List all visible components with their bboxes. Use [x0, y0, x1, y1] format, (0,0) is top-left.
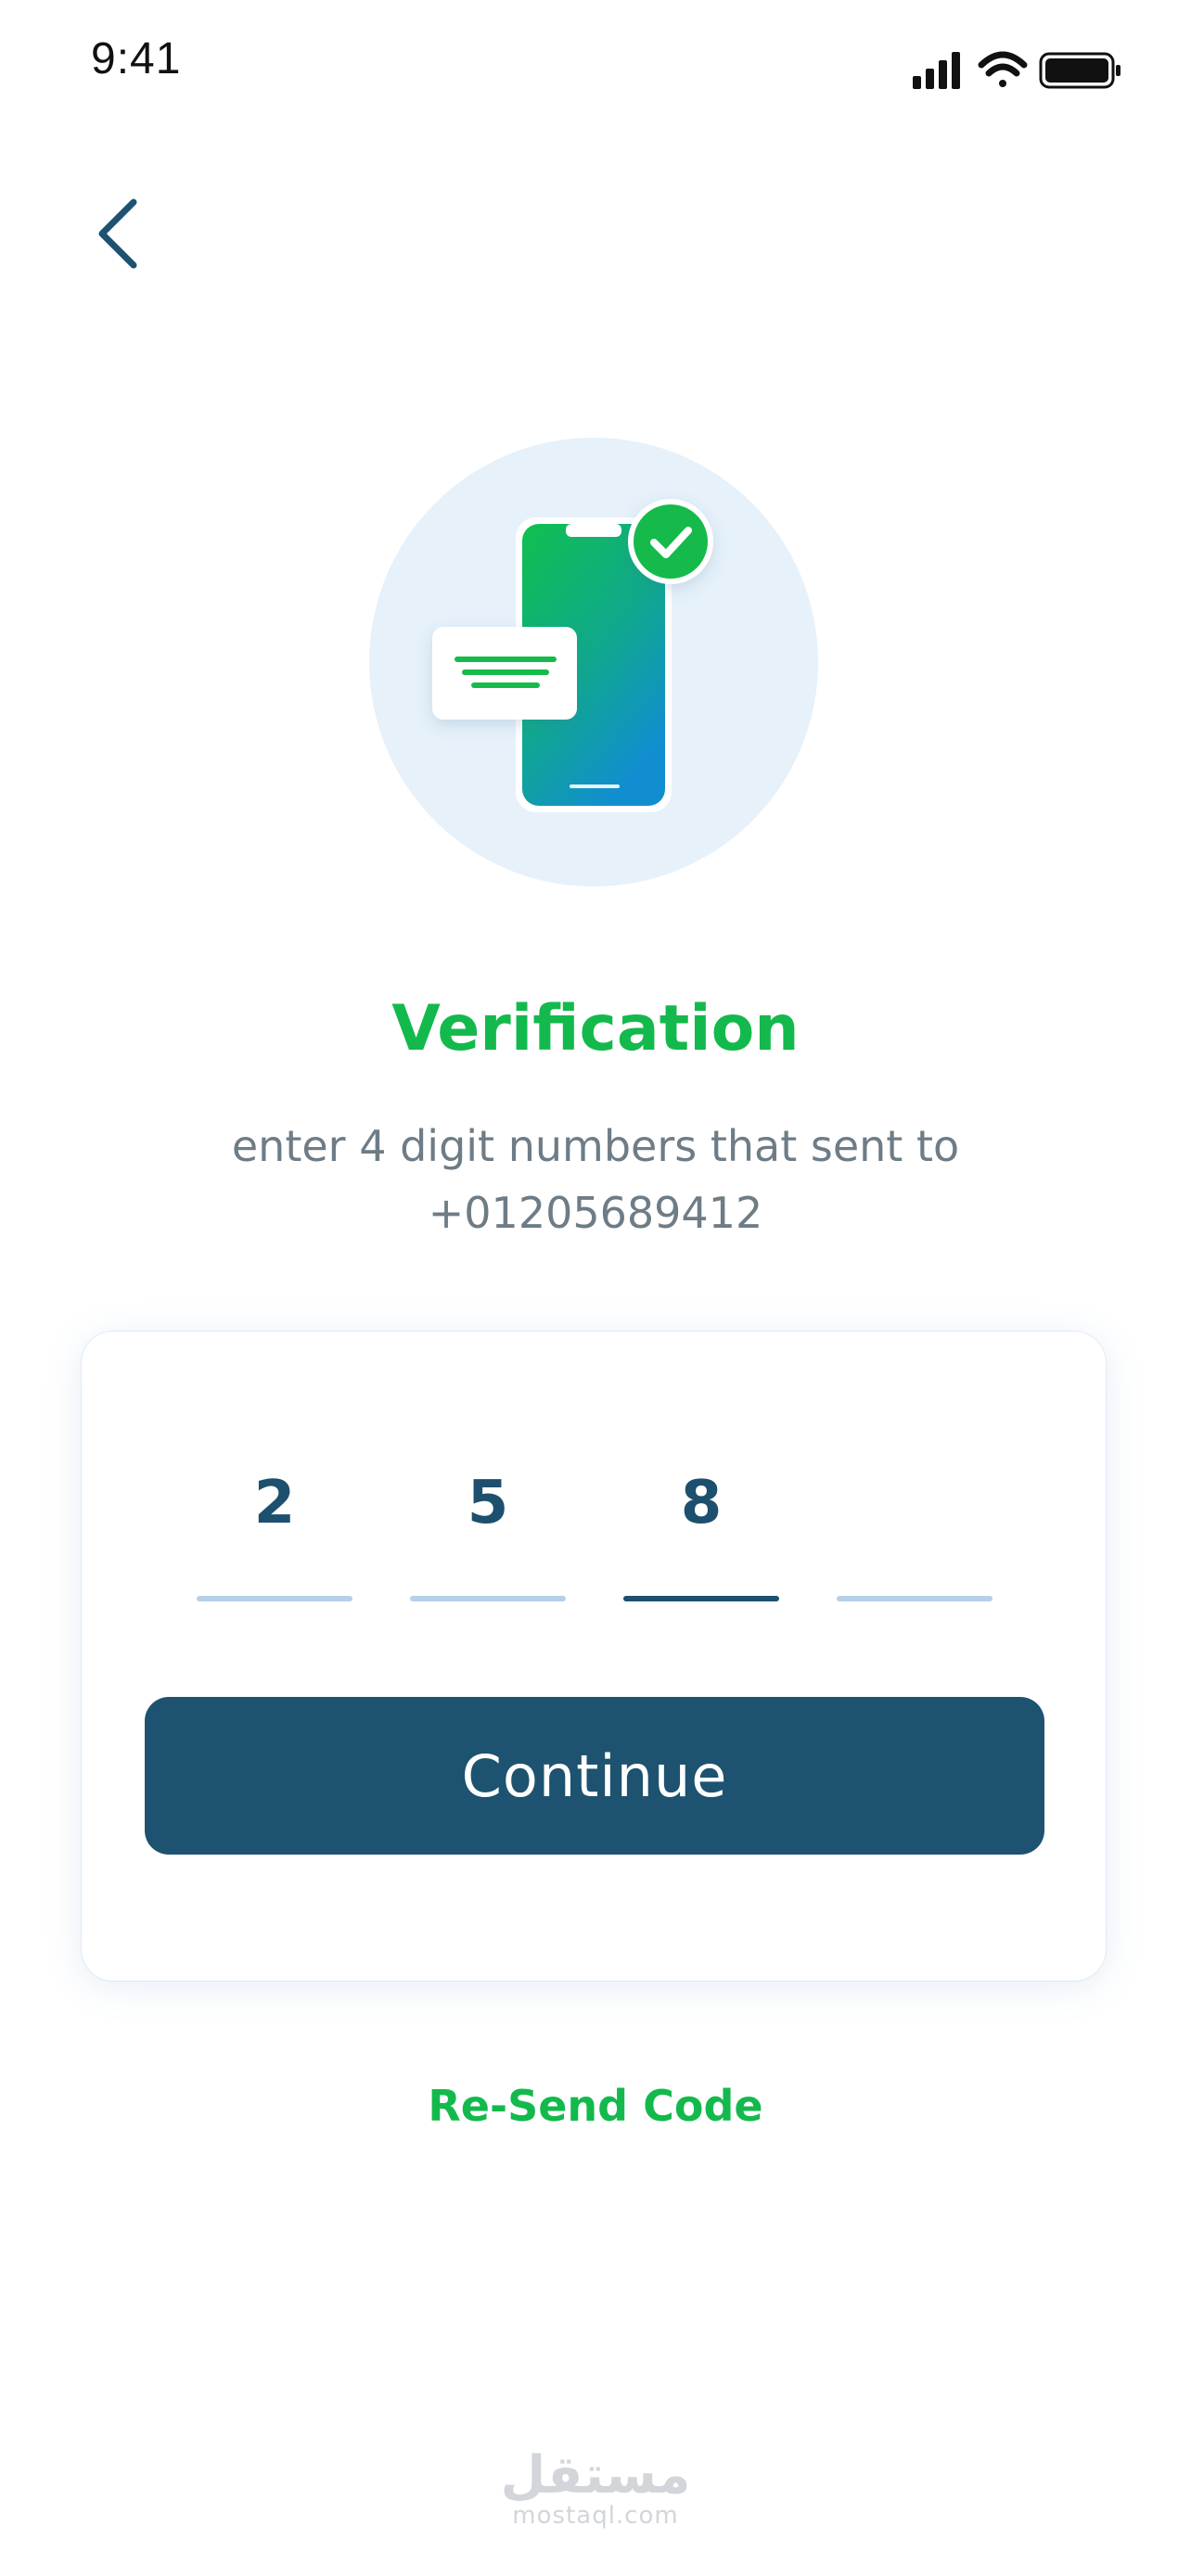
watermark-arabic: مستقل: [500, 2445, 691, 2506]
otp-underline-3: [623, 1596, 779, 1601]
otp-underline-2: [410, 1596, 566, 1601]
verification-card: [82, 1332, 1106, 1981]
check-badge-icon: [628, 499, 713, 584]
signal-icon: [913, 52, 960, 89]
wifi-icon: [978, 51, 1028, 87]
status-time: 9:41: [91, 34, 182, 83]
instructions-line: enter 4 digit numbers that sent to: [231, 1121, 960, 1171]
otp-digit-3[interactable]: 8: [623, 1469, 779, 1537]
verification-illustration: [369, 438, 818, 886]
phone-number: +01205689412: [428, 1188, 763, 1238]
verification-instructions: enter 4 digit numbers that sent to +0120…: [139, 1113, 1052, 1246]
page-title: Verification: [391, 992, 800, 1065]
otp-underline-4: [837, 1596, 992, 1601]
otp-digit-1[interactable]: 2: [197, 1469, 352, 1537]
back-button[interactable]: [83, 185, 158, 278]
watermark-latin: mostaql.com: [512, 2502, 679, 2530]
message-card-icon: [432, 627, 577, 720]
resend-code-link[interactable]: Re-Send Code: [0, 2081, 1191, 2131]
otp-underline-1: [197, 1596, 352, 1601]
otp-digit-2[interactable]: 5: [410, 1469, 566, 1537]
watermark-logo: مستقل mostaql.com: [0, 2445, 1191, 2531]
status-icons: [913, 46, 1135, 96]
chevron-left-icon: [98, 198, 137, 269]
battery-icon: [1039, 52, 1121, 89]
continue-button[interactable]: Continue: [145, 1697, 1044, 1855]
